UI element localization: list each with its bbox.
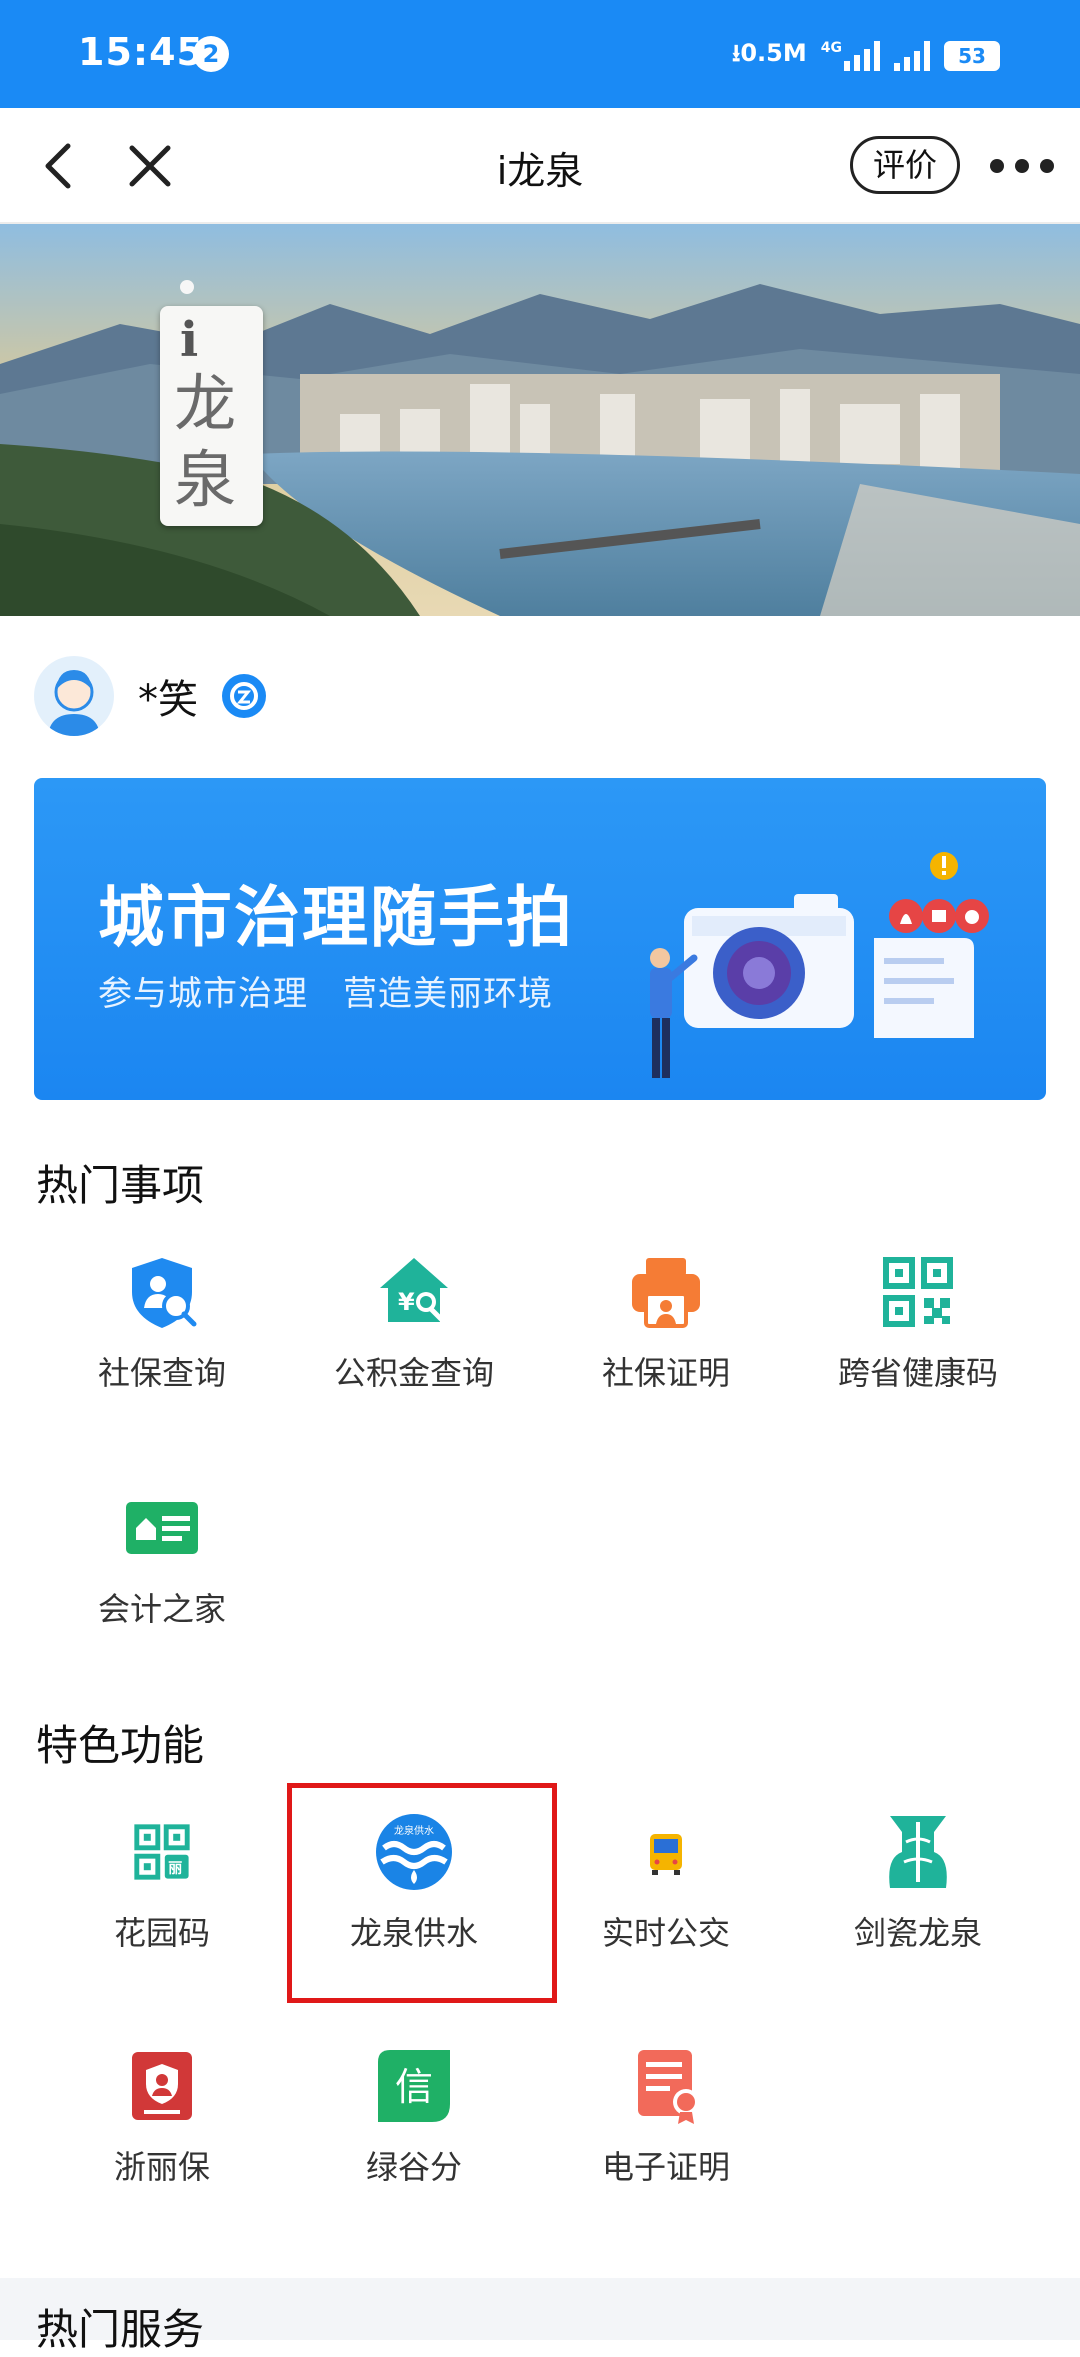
signal-icon xyxy=(844,41,880,71)
grid-item-social-security-search[interactable]: 社保查询 xyxy=(36,1252,288,1412)
grid-item-label: 公积金查询 xyxy=(333,1354,494,1392)
avatar[interactable] xyxy=(34,656,114,736)
user-name: *笑 xyxy=(138,677,198,723)
e-certificate-icon xyxy=(638,2050,699,2124)
grid-item-label: 会计之家 xyxy=(97,1590,226,1628)
rate-button[interactable]: 评价 xyxy=(850,136,960,194)
grid-item-realtime-bus[interactable]: 实时公交 xyxy=(540,1812,792,1972)
hero-banner: i 龙泉 xyxy=(0,224,1080,616)
grid-item-label: 社保查询 xyxy=(97,1354,226,1392)
grid-item-label: 剑瓷龙泉 xyxy=(853,1914,982,1952)
accountant-card-icon xyxy=(126,1502,198,1554)
promo-subtitle: 参与城市治理 营造美丽环境 xyxy=(98,974,553,1014)
credit-score-icon: 信 xyxy=(378,2050,450,2122)
status-indicators: ⭳0.5M 4G 53 xyxy=(732,36,1000,76)
housing-fund-search-icon: ¥ xyxy=(380,1258,448,1323)
sword-porcelain-icon xyxy=(889,1816,947,1888)
social-security-search-icon xyxy=(132,1258,197,1328)
grid-item-label: 实时公交 xyxy=(601,1914,730,1952)
bus-icon xyxy=(650,1834,682,1875)
grid-item-label: 跨省健康码 xyxy=(837,1354,998,1392)
nav-bar: i龙泉 评价 xyxy=(0,108,1080,224)
grid-item-lvgu-score[interactable]: 信 绿谷分 xyxy=(288,2046,540,2206)
status-time: 15:45 xyxy=(78,30,204,74)
camera-illustration xyxy=(650,852,989,1078)
svg-text:¥: ¥ xyxy=(398,1288,415,1316)
download-speed: ⭳0.5M xyxy=(731,38,807,67)
grid-item-e-certificate[interactable]: 电子证明 xyxy=(540,2046,792,2206)
hot-items-title: 热门事项 xyxy=(36,1161,205,1210)
grid-item-housing-fund-search[interactable]: ¥ 公积金查询 xyxy=(288,1252,540,1412)
network-type: 4G xyxy=(820,40,842,56)
hot-services-title: 热门服务 xyxy=(36,2305,205,2354)
grid-item-accountant-home[interactable]: 会计之家 xyxy=(36,1488,288,1648)
garden-code-icon: 丽 xyxy=(134,1824,190,1880)
logo-dot xyxy=(180,280,194,294)
city-governance-banner[interactable]: 城市治理随手拍 参与城市治理 营造美丽环境 xyxy=(34,778,1046,1100)
features-title: 特色功能 xyxy=(36,1721,205,1770)
qr-code-icon xyxy=(883,1257,953,1327)
promo-title: 城市治理随手拍 xyxy=(98,879,574,956)
more-icon[interactable] xyxy=(990,156,1054,176)
grid-item-garden-code[interactable]: 丽 花园码 xyxy=(36,1812,288,1972)
grid-item-cross-province-health-code[interactable]: 跨省健康码 xyxy=(792,1252,1044,1412)
grid-item-label: 社保证明 xyxy=(601,1354,730,1392)
grid-item-label: 绿谷分 xyxy=(365,2148,462,2186)
grid-item-zhelibao[interactable]: 浙丽保 xyxy=(36,2046,288,2206)
grid-item-sword-porcelain-longquan[interactable]: 剑瓷龙泉 xyxy=(792,1812,1044,1972)
signal-2-icon xyxy=(894,41,930,71)
notification-badge: 2 xyxy=(193,36,229,72)
verified-icon xyxy=(222,674,266,718)
printer-icon xyxy=(632,1258,700,1328)
svg-text:信: 信 xyxy=(395,2065,433,2109)
insurance-shield-icon xyxy=(132,2052,192,2120)
selection-highlight xyxy=(287,1783,557,2003)
user-info[interactable]: *笑 xyxy=(34,656,266,736)
grid-item-social-security-certificate[interactable]: 社保证明 xyxy=(540,1252,792,1412)
grid-item-label: 浙丽保 xyxy=(113,2148,210,2186)
battery-icon: 53 xyxy=(944,41,1000,71)
svg-text:丽: 丽 xyxy=(168,1861,182,1877)
grid-item-label: 花园码 xyxy=(113,1914,210,1952)
grid-item-label: 电子证明 xyxy=(601,2148,730,2186)
status-bar: 15:45 2 ⭳0.5M 4G 53 xyxy=(0,0,1080,108)
ilongquan-logo: i 龙泉 xyxy=(160,306,263,526)
